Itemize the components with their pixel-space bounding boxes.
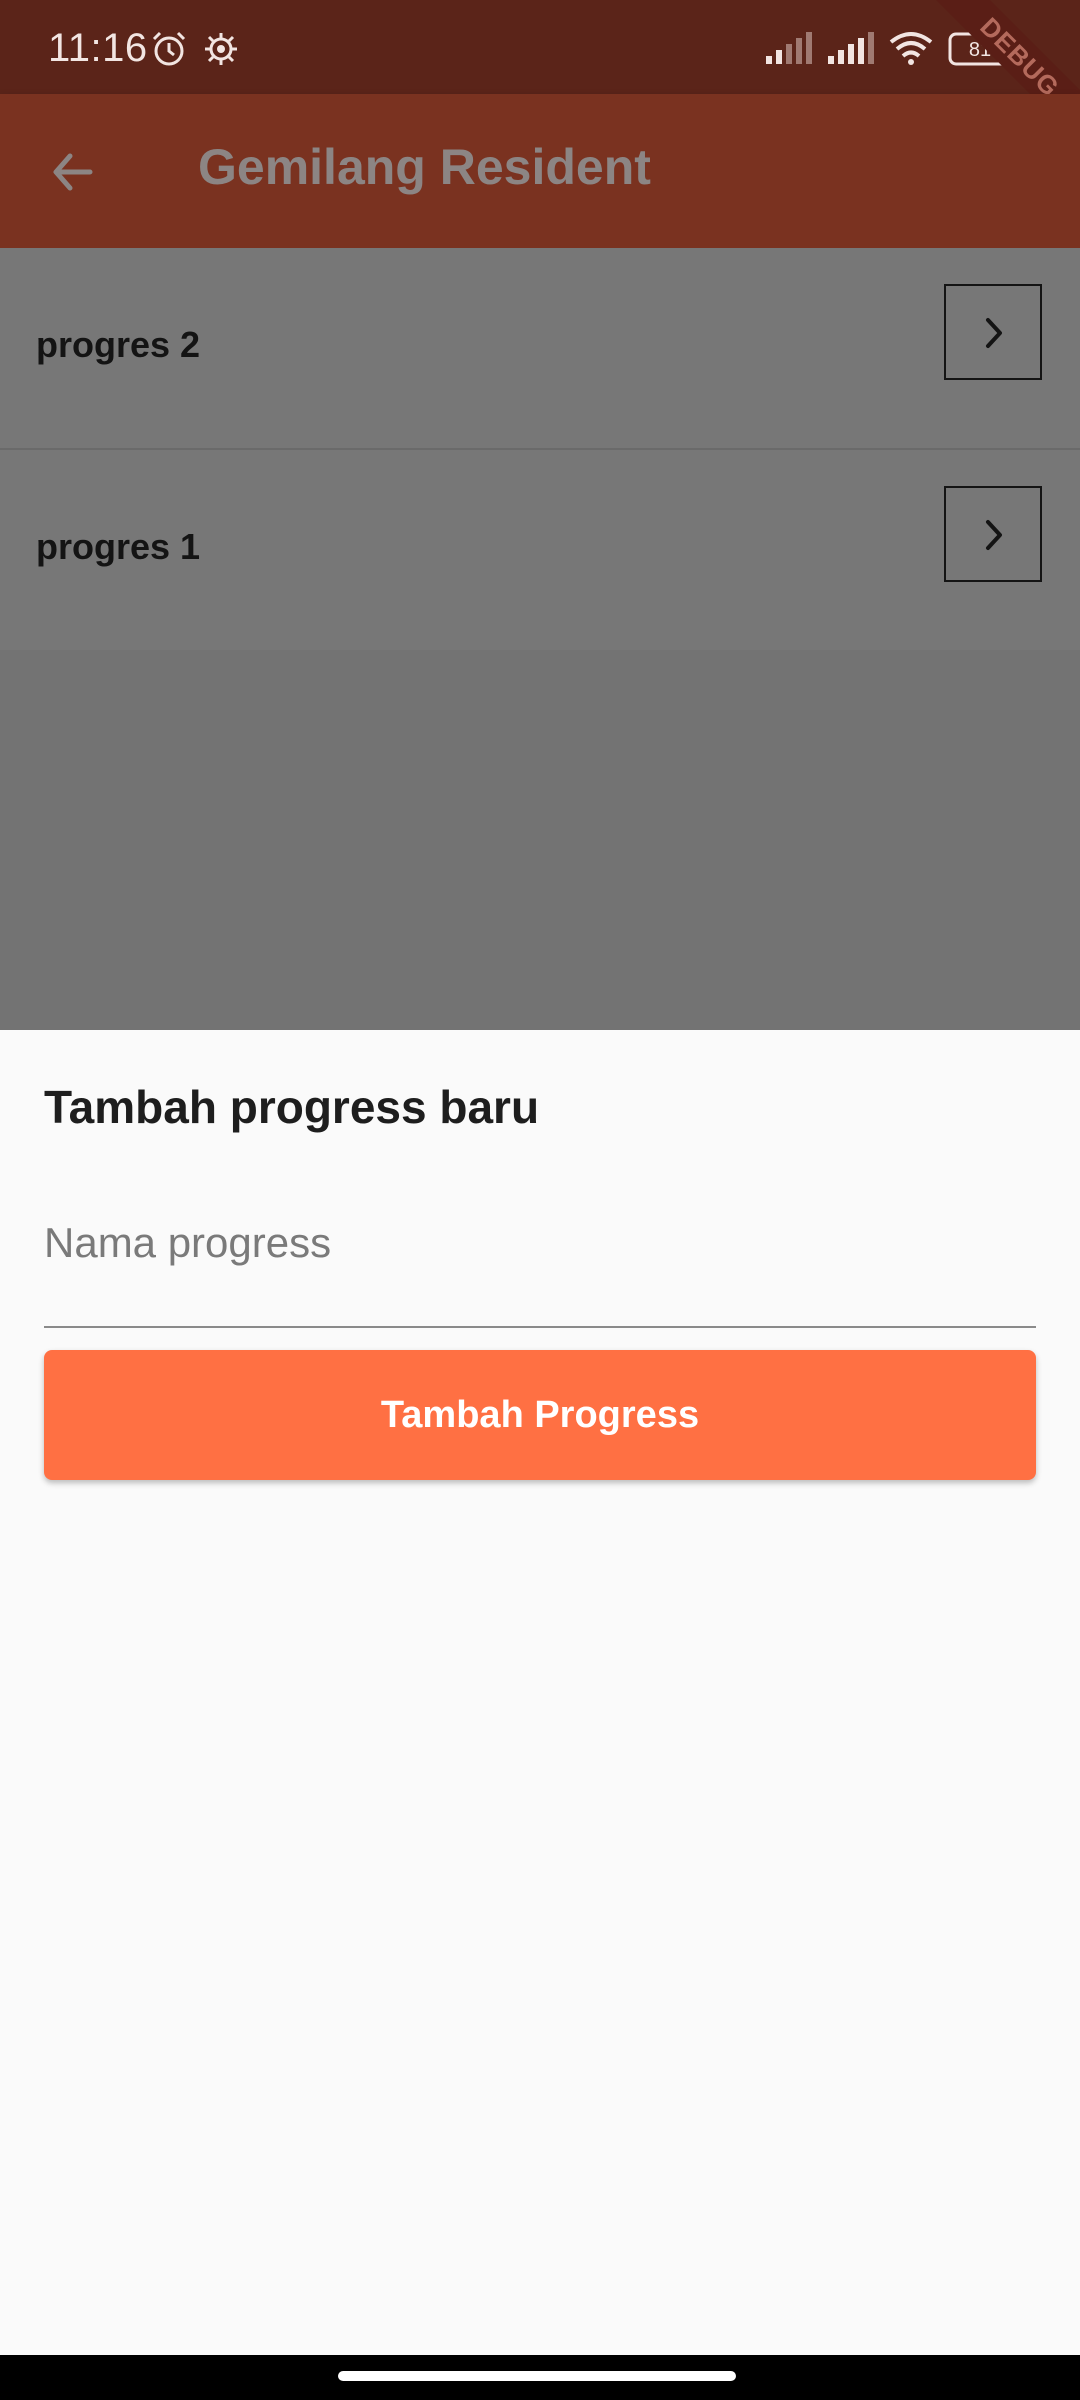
add-progress-sheet: Tambah progress baru Tambah Progress <box>0 1030 1080 2355</box>
sheet-title: Tambah progress baru <box>44 1081 540 1133</box>
alarm-icon <box>150 30 188 73</box>
signal-icon <box>764 30 814 71</box>
open-progress-button[interactable] <box>944 284 1042 380</box>
chevron-right-icon <box>986 520 1002 550</box>
chevron-right-icon <box>986 318 1002 348</box>
progress-name-input[interactable] <box>44 1170 1036 1316</box>
signal-icon <box>826 30 876 71</box>
wifi-icon <box>888 30 934 71</box>
back-button[interactable] <box>40 136 112 208</box>
status-bar: 11:16 81 DEBUG <box>0 0 1080 163</box>
progress-item-label: progres 1 <box>36 526 201 567</box>
list-item[interactable]: progres 2 <box>0 248 1080 450</box>
add-progress-button[interactable]: Tambah Progress <box>44 1350 1036 1480</box>
open-progress-button[interactable] <box>944 486 1042 582</box>
navigation-bar <box>0 2355 1080 2400</box>
arrow-back-icon <box>53 153 93 191</box>
status-time: 11:16 <box>48 26 148 70</box>
app-bar: Gemilang Resident <box>0 94 1080 248</box>
progress-name-field[interactable] <box>44 1170 1036 1328</box>
page-title: Gemilang Resident <box>198 139 651 195</box>
home-gesture-handle[interactable] <box>338 2371 736 2381</box>
progress-item-label: progres 2 <box>36 324 201 365</box>
list-item[interactable]: progres 1 <box>0 450 1080 650</box>
settings-gear-icon <box>202 30 240 73</box>
